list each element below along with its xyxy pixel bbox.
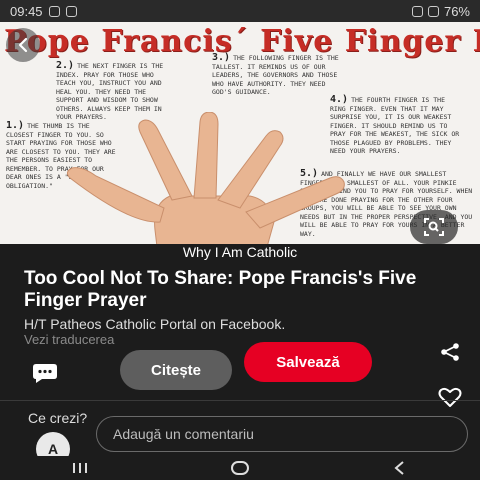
lens-search-icon bbox=[424, 218, 444, 236]
message-icon bbox=[65, 5, 77, 17]
section-divider bbox=[0, 400, 480, 401]
comments-prompt: Ce crezi? bbox=[28, 410, 88, 426]
notification-icon bbox=[48, 5, 60, 17]
heart-icon[interactable] bbox=[438, 386, 462, 408]
visual-search-button[interactable] bbox=[410, 210, 458, 244]
signal-icon bbox=[427, 5, 439, 17]
back-icon bbox=[394, 461, 404, 475]
back-button[interactable] bbox=[6, 28, 40, 62]
hand-illustration bbox=[66, 112, 345, 244]
save-button[interactable]: Salvează bbox=[244, 342, 372, 382]
pin-image[interactable]: Pope Francis´ Five Finger Prayer 2.)The … bbox=[0, 22, 480, 244]
recents-button[interactable] bbox=[60, 458, 100, 478]
back-nav-button[interactable] bbox=[380, 458, 420, 478]
pin-description: H/T Patheos Catholic Portal on Facebook. bbox=[24, 316, 286, 332]
wifi-icon bbox=[411, 5, 423, 17]
home-icon bbox=[231, 461, 249, 475]
translate-link[interactable]: Vezi traducerea bbox=[24, 332, 114, 347]
system-nav-bar bbox=[0, 456, 480, 480]
comment-icon[interactable] bbox=[32, 362, 58, 384]
status-time: 09:45 bbox=[10, 3, 43, 19]
read-button[interactable]: Citește bbox=[120, 350, 232, 390]
share-icon[interactable] bbox=[440, 342, 460, 362]
pin-title: Too Cool Not To Share: Pope Francis's Fi… bbox=[24, 268, 417, 311]
board-name[interactable]: Why I Am Catholic bbox=[0, 244, 480, 260]
home-button[interactable] bbox=[220, 458, 260, 478]
note-middle-finger: 3.) The following finger is the tallest. … bbox=[212, 52, 339, 97]
battery-level: 76% bbox=[443, 3, 470, 19]
back-arrow-icon bbox=[18, 37, 28, 53]
comment-input[interactable] bbox=[96, 416, 468, 452]
status-bar: 09:45 76% bbox=[0, 0, 480, 22]
recents-icon bbox=[73, 463, 87, 473]
